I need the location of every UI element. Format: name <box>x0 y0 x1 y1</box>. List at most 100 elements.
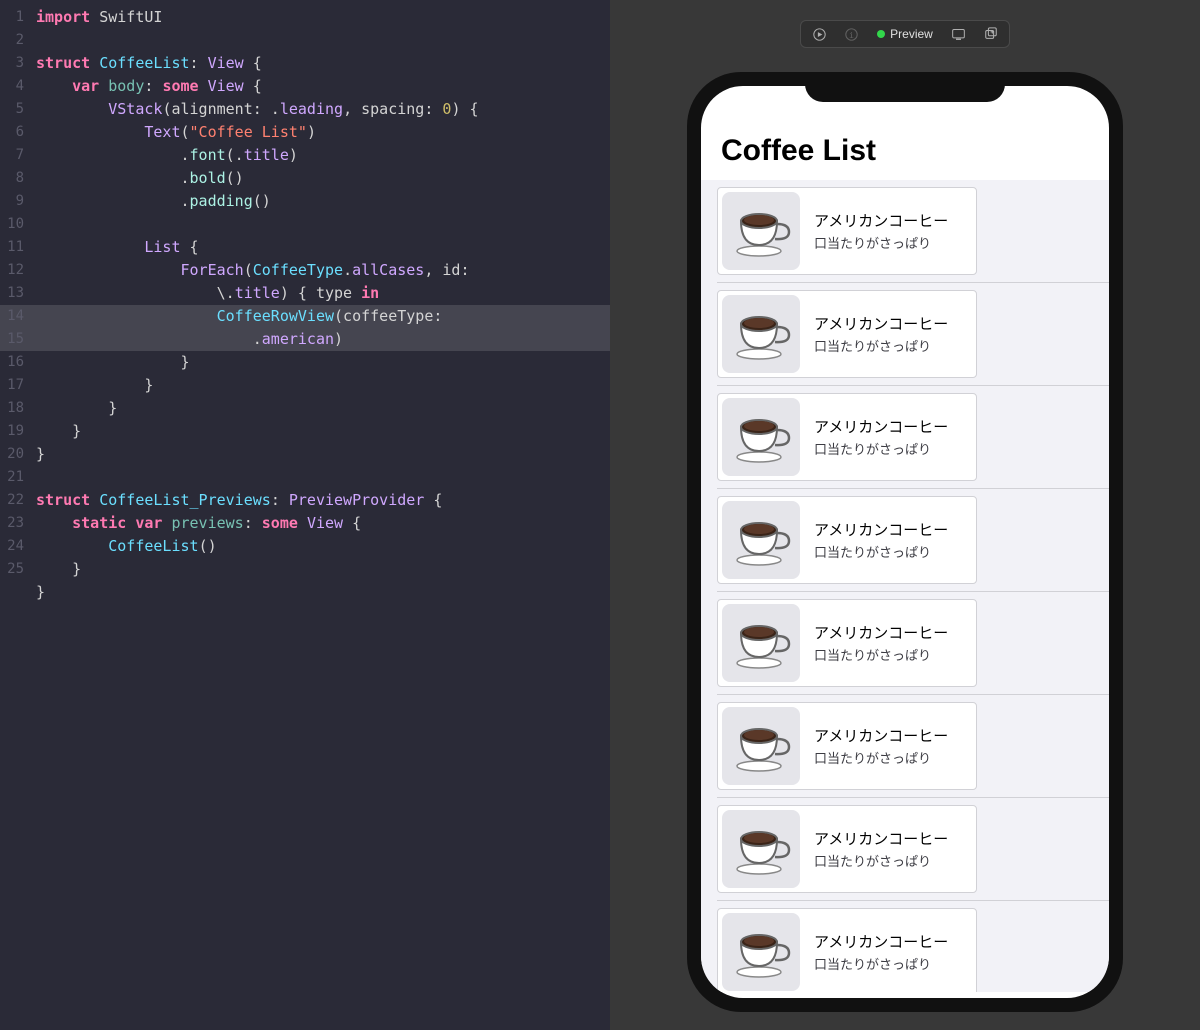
phone-notch <box>805 72 1005 102</box>
duplicate-button[interactable] <box>979 23 1003 45</box>
coffee-row-card[interactable]: アメリカンコーヒー 口当たりがさっぱり <box>717 393 977 481</box>
list-item[interactable]: アメリカンコーヒー 口当たりがさっぱり <box>701 695 1109 797</box>
row-text: アメリカンコーヒー 口当たりがさっぱり <box>814 416 948 458</box>
coffee-icon <box>722 295 800 373</box>
svg-text:i: i <box>849 29 854 39</box>
phone-frame: Coffee List アメリカンコーヒー 口当たりがさっぱり アメリカンコーヒ… <box>687 72 1123 1012</box>
coffee-icon <box>722 707 800 785</box>
coffee-title: アメリカンコーヒー <box>814 313 948 334</box>
code-line[interactable]: static var previews: some View { <box>36 512 610 535</box>
list-item[interactable]: アメリカンコーヒー 口当たりがさっぱり <box>701 798 1109 900</box>
line-number: 19 <box>0 420 24 443</box>
code-line[interactable]: .padding() <box>36 190 610 213</box>
code-line[interactable]: CoffeeList() <box>36 535 610 558</box>
preview-pane: i Preview Coffee List アメリカンコーヒー 口当たりがさっぱ… <box>610 0 1200 1030</box>
coffee-row-card[interactable]: アメリカンコーヒー 口当たりがさっぱり <box>717 702 977 790</box>
code-line[interactable]: } <box>36 558 610 581</box>
code-line[interactable]: import SwiftUI <box>36 6 610 29</box>
line-number: 9 <box>0 190 24 213</box>
coffee-title: アメリカンコーヒー <box>814 931 948 952</box>
list-item[interactable]: アメリカンコーヒー 口当たりがさっぱり <box>701 489 1109 591</box>
code-line[interactable]: var body: some View { <box>36 75 610 98</box>
coffee-title: アメリカンコーヒー <box>814 210 948 231</box>
code-line[interactable]: struct CoffeeList_Previews: PreviewProvi… <box>36 489 610 512</box>
line-number: 25 <box>0 558 24 581</box>
code-editor-pane: 1234567891011121314151617181920212223242… <box>0 0 610 1030</box>
line-gutter: 1234567891011121314151617181920212223242… <box>0 0 30 1030</box>
code-line[interactable] <box>36 466 610 489</box>
line-number: 15 <box>0 328 24 351</box>
row-text: アメリカンコーヒー 口当たりがさっぱり <box>814 313 948 355</box>
coffee-icon <box>722 810 800 888</box>
play-button[interactable] <box>807 23 831 45</box>
line-number: 4 <box>0 75 24 98</box>
device-button[interactable] <box>947 23 971 45</box>
list-item[interactable]: アメリカンコーヒー 口当たりがさっぱり <box>701 283 1109 385</box>
code-line[interactable]: } <box>36 420 610 443</box>
code-line[interactable]: \.title) { type in <box>36 282 610 305</box>
code-line[interactable]: } <box>36 581 610 604</box>
coffee-row-card[interactable]: アメリカンコーヒー 口当たりがさっぱり <box>717 496 977 584</box>
coffee-desc: 口当たりがさっぱり <box>814 542 948 561</box>
row-text: アメリカンコーヒー 口当たりがさっぱり <box>814 725 948 767</box>
code-line[interactable] <box>36 29 610 52</box>
preview-toolbar: i Preview <box>800 20 1010 48</box>
phone-screen: Coffee List アメリカンコーヒー 口当たりがさっぱり アメリカンコーヒ… <box>701 86 1109 998</box>
line-number: 7 <box>0 144 24 167</box>
coffee-row-card[interactable]: アメリカンコーヒー 口当たりがさっぱり <box>717 187 977 275</box>
code-line[interactable]: .font(.title) <box>36 144 610 167</box>
coffee-list[interactable]: アメリカンコーヒー 口当たりがさっぱり アメリカンコーヒー 口当たりがさっぱり … <box>701 180 1109 992</box>
info-button[interactable]: i <box>839 23 863 45</box>
coffee-icon <box>722 913 800 991</box>
line-number: 8 <box>0 167 24 190</box>
line-number: 6 <box>0 121 24 144</box>
line-number: 23 <box>0 512 24 535</box>
coffee-title: アメリカンコーヒー <box>814 725 948 746</box>
code-line[interactable]: } <box>36 443 610 466</box>
code-line[interactable]: .american) <box>36 328 610 351</box>
line-number: 14 <box>0 305 24 328</box>
code-line[interactable]: ForEach(CoffeeType.allCases, id: <box>36 259 610 282</box>
code-line[interactable] <box>36 213 610 236</box>
coffee-row-card[interactable]: アメリカンコーヒー 口当たりがさっぱり <box>717 908 977 992</box>
coffee-desc: 口当たりがさっぱり <box>814 645 948 664</box>
code-line[interactable]: } <box>36 397 610 420</box>
row-text: アメリカンコーヒー 口当たりがさっぱり <box>814 519 948 561</box>
coffee-row-card[interactable]: アメリカンコーヒー 口当たりがさっぱり <box>717 599 977 687</box>
list-item[interactable]: アメリカンコーヒー 口当たりがさっぱり <box>701 386 1109 488</box>
line-number: 17 <box>0 374 24 397</box>
coffee-desc: 口当たりがさっぱり <box>814 748 948 767</box>
coffee-row-card[interactable]: アメリカンコーヒー 口当たりがさっぱり <box>717 290 977 378</box>
code-line[interactable]: .bold() <box>36 167 610 190</box>
coffee-desc: 口当たりがさっぱり <box>814 954 948 973</box>
live-indicator-icon <box>877 30 885 38</box>
list-item[interactable]: アメリカンコーヒー 口当たりがさっぱり <box>701 901 1109 992</box>
code-line[interactable]: } <box>36 351 610 374</box>
code-line[interactable]: List { <box>36 236 610 259</box>
preview-status[interactable]: Preview <box>871 27 939 41</box>
coffee-title: アメリカンコーヒー <box>814 416 948 437</box>
line-number: 10 <box>0 213 24 236</box>
line-number: 12 <box>0 259 24 282</box>
code-line[interactable]: CoffeeRowView(coffeeType: <box>36 305 610 328</box>
code-line[interactable]: } <box>36 374 610 397</box>
coffee-title: アメリカンコーヒー <box>814 828 948 849</box>
row-text: アメリカンコーヒー 口当たりがさっぱり <box>814 210 948 252</box>
coffee-row-card[interactable]: アメリカンコーヒー 口当たりがさっぱり <box>717 805 977 893</box>
code-line[interactable]: struct CoffeeList: View { <box>36 52 610 75</box>
line-number: 20 <box>0 443 24 466</box>
line-number: 18 <box>0 397 24 420</box>
code-line[interactable]: VStack(alignment: .leading, spacing: 0) … <box>36 98 610 121</box>
coffee-desc: 口当たりがさっぱり <box>814 851 948 870</box>
preview-label: Preview <box>890 27 933 41</box>
list-item[interactable]: アメリカンコーヒー 口当たりがさっぱり <box>701 180 1109 282</box>
line-number: 1 <box>0 6 24 29</box>
code-line[interactable]: Text("Coffee List") <box>36 121 610 144</box>
row-text: アメリカンコーヒー 口当たりがさっぱり <box>814 828 948 870</box>
coffee-icon <box>722 501 800 579</box>
row-text: アメリカンコーヒー 口当たりがさっぱり <box>814 931 948 973</box>
line-number: 5 <box>0 98 24 121</box>
list-item[interactable]: アメリカンコーヒー 口当たりがさっぱり <box>701 592 1109 694</box>
coffee-icon <box>722 398 800 476</box>
code-area[interactable]: import SwiftUI struct CoffeeList: View {… <box>36 6 610 604</box>
